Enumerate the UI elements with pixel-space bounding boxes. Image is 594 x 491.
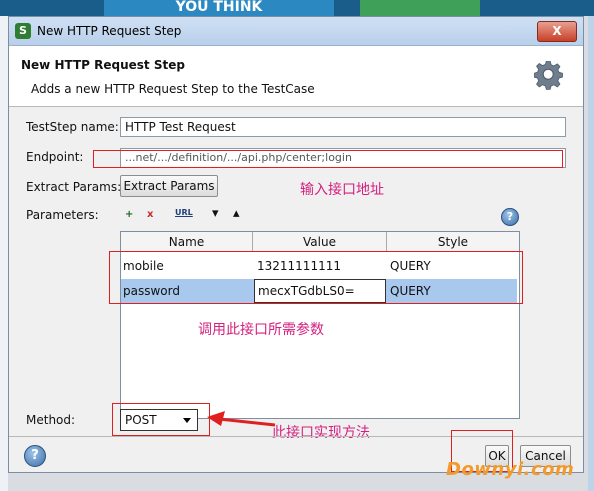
background-banner: YOU THINK: [104, 0, 334, 16]
background-right-panel: [588, 16, 594, 491]
dialog-header: New HTTP Request Step Adds a new HTTP Re…: [9, 46, 583, 107]
add-param-icon[interactable]: +: [125, 209, 133, 221]
dialog-titlebar: S New HTTP Request Step X: [9, 17, 583, 46]
header-description: Adds a new HTTP Request Step to the Test…: [31, 82, 315, 96]
annotation-params: 调用此接口所需参数: [198, 322, 324, 338]
background-left-panel: [0, 16, 8, 491]
extract-params-button[interactable]: Extract Params: [120, 175, 218, 197]
close-button[interactable]: X: [537, 21, 577, 42]
parameters-highlight-box: [109, 251, 523, 304]
new-http-request-dialog: S New HTTP Request Step X New HTTP Reque…: [8, 16, 584, 473]
parameters-help-icon[interactable]: ?: [501, 208, 519, 226]
column-header-style[interactable]: Style: [387, 232, 519, 252]
column-header-name[interactable]: Name: [121, 232, 253, 252]
teststep-name-input[interactable]: HTTP Test Request: [120, 117, 566, 137]
endpoint-label: Endpoint:: [26, 150, 84, 164]
dialog-help-icon[interactable]: ?: [24, 445, 46, 467]
teststep-name-label: TestStep name:: [26, 120, 119, 134]
gear-icon: [534, 61, 563, 90]
url-param-icon[interactable]: URL: [175, 208, 193, 220]
parameters-label: Parameters:: [26, 208, 99, 222]
endpoint-highlight-box: [93, 150, 563, 168]
annotation-method: 此接口实现方法: [272, 425, 370, 441]
soapui-app-icon: S: [15, 23, 31, 39]
remove-param-icon[interactable]: x: [147, 209, 153, 221]
move-down-icon[interactable]: ▾: [212, 206, 219, 221]
extract-params-label: Extract Params:: [26, 180, 122, 194]
background-banner-secondary: [360, 0, 480, 16]
downyi-watermark: Downyi.com: [446, 459, 575, 480]
arrow-annotation-icon: [207, 411, 276, 427]
method-label: Method:: [26, 413, 76, 427]
header-title: New HTTP Request Step: [21, 58, 185, 72]
move-up-icon[interactable]: ▴: [233, 206, 240, 221]
column-header-value[interactable]: Value: [253, 232, 387, 252]
annotation-endpoint: 输入接口地址: [300, 182, 384, 198]
window-title: New HTTP Request Step: [37, 24, 182, 38]
method-highlight-box: [112, 403, 210, 436]
